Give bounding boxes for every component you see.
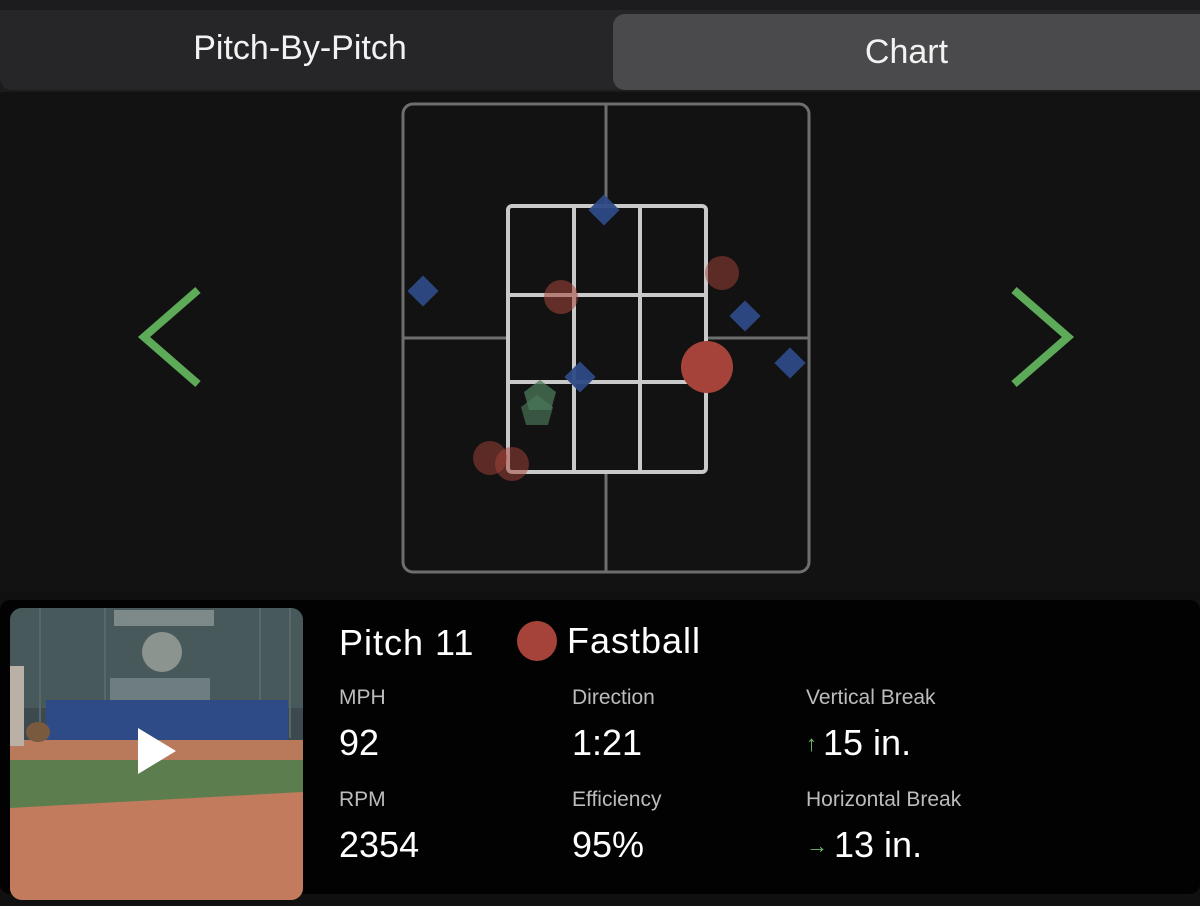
pitch-marker-diamond (588, 194, 620, 226)
play-icon[interactable] (138, 728, 176, 774)
pitch-type-dot-icon (517, 621, 557, 661)
arrow-right-icon: → (806, 833, 828, 858)
pitch-marker-diamond (564, 361, 596, 393)
rpm-value: 2354 (339, 824, 420, 865)
direction-label: Direction (572, 686, 655, 709)
pitch-marker-diamond (407, 275, 439, 307)
rpm-label: RPM (339, 788, 386, 811)
pitch-marker-circle (495, 447, 529, 481)
direction-value: 1:21 (572, 722, 643, 763)
pitch-marker-circle (705, 256, 739, 290)
current-pitch-marker (681, 341, 733, 393)
mph-label: MPH (339, 686, 386, 709)
vertical-break-value-row: ↑ 15 in. (806, 722, 911, 764)
vertical-break-label: Vertical Break (806, 686, 936, 709)
pitch-marker-circle (544, 280, 578, 314)
efficiency-label: Efficiency (572, 788, 662, 811)
mph-value: 92 (339, 722, 380, 763)
pitch-video-thumbnail[interactable] (10, 608, 303, 900)
horizontal-break-label: Horizontal Break (806, 788, 962, 811)
tab-pitch-by-pitch[interactable]: Pitch-By-Pitch (0, 10, 600, 86)
horizontal-break-value: 13 in. (834, 824, 923, 865)
chevron-right-icon (1011, 286, 1075, 388)
previous-pitch-button[interactable] (130, 282, 210, 392)
pitch-number-title: Pitch 11 (339, 622, 475, 663)
strike-zone-box (506, 204, 708, 474)
strike-zone-chart-area (0, 92, 1200, 592)
horizontal-break-value-row: → 13 in. (806, 824, 922, 866)
pitch-type-label: Fastball (567, 620, 702, 661)
efficiency-value: 95% (572, 824, 645, 865)
next-pitch-button[interactable] (1000, 282, 1080, 392)
arrow-up-icon: ↑ (806, 731, 817, 756)
view-tab-bar: Pitch-By-Pitch Chart (0, 10, 1200, 90)
vertical-break-value: 15 in. (823, 722, 912, 763)
tab-chart[interactable]: Chart (613, 14, 1200, 90)
pitch-marker-diamond (729, 300, 761, 332)
pitch-marker-diamond (774, 347, 806, 379)
chevron-left-icon (137, 286, 201, 388)
